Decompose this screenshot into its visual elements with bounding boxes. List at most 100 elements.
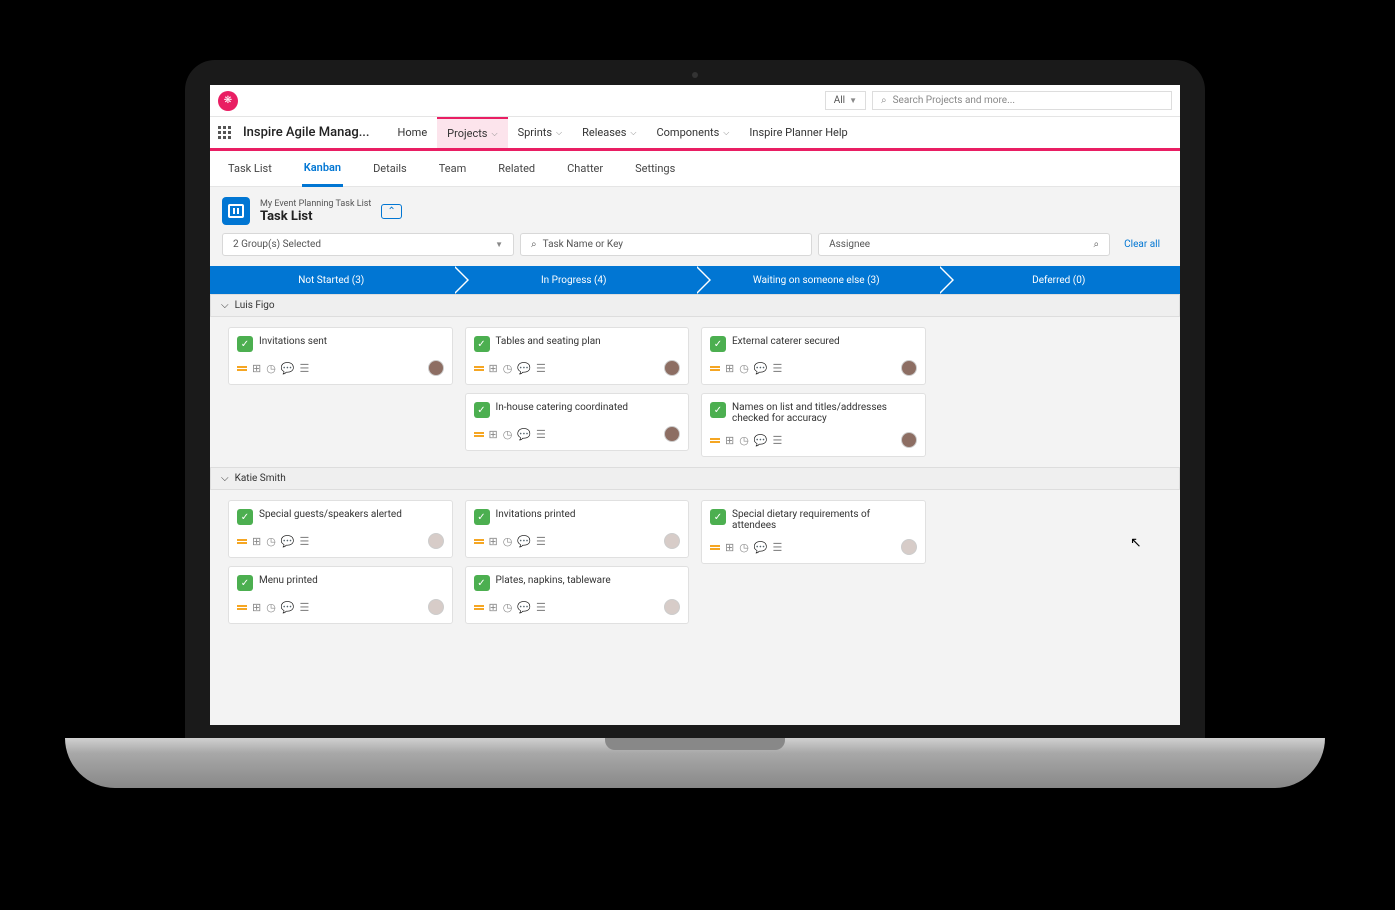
- app-launcher-icon[interactable]: [218, 126, 231, 139]
- clock-icon: ◷: [266, 601, 276, 614]
- task-card[interactable]: ✓Invitations printed⊞◷💬☰: [465, 500, 690, 558]
- swimlane-header[interactable]: ⌵Luis Figo: [210, 294, 1180, 317]
- comment-icon: 💬: [281, 601, 295, 614]
- clock-icon: ◷: [266, 362, 276, 375]
- nav-item-releases[interactable]: Releases⌵: [572, 117, 646, 148]
- tasklist-header: My Event Planning Task List Task List ⌃: [222, 197, 1168, 225]
- nav-item-sprints[interactable]: Sprints⌵: [508, 117, 573, 148]
- card-meta-icons: ⊞◷💬☰: [474, 362, 546, 375]
- subtab-team[interactable]: Team: [437, 152, 469, 185]
- comment-icon: 💬: [281, 535, 295, 548]
- task-card[interactable]: ✓Plates, napkins, tableware⊞◷💬☰: [465, 566, 690, 624]
- assignee-avatar[interactable]: [664, 599, 680, 615]
- global-search-input[interactable]: ⌕ Search Projects and more...: [872, 91, 1172, 110]
- assignee-avatar[interactable]: [664, 426, 680, 442]
- assignee-avatar[interactable]: [428, 533, 444, 549]
- subtab-kanban[interactable]: Kanban: [302, 151, 343, 187]
- chevron-down-icon: ⌵: [556, 128, 562, 138]
- swimlane-header[interactable]: ⌵Katie Smith: [210, 467, 1180, 490]
- swimlane-body: ✓Invitations sent⊞◷💬☰✓Tables and seating…: [222, 317, 1168, 467]
- comment-icon: 💬: [281, 362, 295, 375]
- checkmark-icon: ✓: [237, 575, 253, 591]
- chevron-down-icon: ⌵: [630, 128, 636, 138]
- clock-icon: ◷: [503, 362, 513, 375]
- task-card[interactable]: ✓External caterer secured⊞◷💬☰: [701, 327, 926, 385]
- subtask-icon: ⊞: [489, 535, 498, 548]
- mouse-cursor-icon: ↖: [1130, 535, 1142, 551]
- task-card[interactable]: ✓Menu printed⊞◷💬☰: [228, 566, 453, 624]
- nav-item-components[interactable]: Components⌵: [647, 117, 740, 148]
- assignee-avatar[interactable]: [901, 539, 917, 555]
- assignee-avatar[interactable]: [664, 360, 680, 376]
- card-meta-icons: ⊞◷💬☰: [237, 362, 309, 375]
- subtab-task-list[interactable]: Task List: [226, 152, 274, 185]
- card-meta-icons: ⊞◷💬☰: [474, 535, 546, 548]
- task-title: Invitations printed: [496, 509, 576, 520]
- task-card[interactable]: ✓ Names on list and titles/addresses chec…: [701, 393, 926, 457]
- clear-all-link[interactable]: Clear all: [1116, 239, 1168, 250]
- card-meta-icons: ⊞◷💬☰: [710, 541, 782, 554]
- status-waiting-on-someone-else[interactable]: Waiting on someone else (3): [695, 266, 938, 294]
- kanban-column: ✓Special guests/speakers alerted⊞◷💬☰✓Men…: [222, 500, 459, 624]
- clock-icon: ◷: [503, 428, 513, 441]
- collapse-button[interactable]: ⌃: [381, 204, 401, 219]
- assignee-avatar[interactable]: [428, 599, 444, 615]
- priority-icon: [474, 605, 484, 610]
- task-card[interactable]: ✓In-house catering coordinated⊞◷💬☰: [465, 393, 690, 451]
- priority-icon: [710, 366, 720, 371]
- list-icon: ☰: [773, 541, 783, 554]
- checkmark-icon: ✓: [474, 402, 490, 418]
- nav-item-projects[interactable]: Projects⌵: [437, 117, 507, 148]
- task-name-filter-input[interactable]: ⌕ Task Name or Key: [520, 233, 812, 256]
- group-filter-dropdown[interactable]: 2 Group(s) Selected ▼: [222, 233, 514, 256]
- checkmark-icon: ✓: [710, 402, 726, 418]
- comment-icon: 💬: [754, 434, 768, 447]
- subtab-related[interactable]: Related: [496, 152, 537, 185]
- subtab-chatter[interactable]: Chatter: [565, 152, 605, 185]
- task-card[interactable]: ✓Tables and seating plan⊞◷💬☰: [465, 327, 690, 385]
- task-card[interactable]: ✓Special guests/speakers alerted⊞◷💬☰: [228, 500, 453, 558]
- task-card[interactable]: ✓Special dietary requirements of attende…: [701, 500, 926, 564]
- assignee-avatar[interactable]: [428, 360, 444, 376]
- comment-icon: 💬: [754, 541, 768, 554]
- subtask-icon: ⊞: [725, 362, 734, 375]
- tasklist-icon: [222, 197, 250, 225]
- laptop-base: [65, 738, 1325, 788]
- list-icon: ☰: [300, 362, 310, 375]
- search-icon: ⌕: [531, 239, 537, 250]
- nav-item-inspire-planner-help[interactable]: Inspire Planner Help: [739, 117, 857, 148]
- nav-item-home[interactable]: Home: [388, 117, 438, 148]
- list-icon: ☰: [536, 362, 546, 375]
- task-title: Invitations sent: [259, 336, 327, 347]
- task-title: Names on list and titles/addresses check…: [732, 402, 917, 424]
- subtab-details[interactable]: Details: [371, 152, 409, 185]
- subtask-icon: ⊞: [489, 428, 498, 441]
- search-icon: ⌕: [881, 95, 887, 106]
- list-icon: ☰: [536, 428, 546, 441]
- assignee-avatar[interactable]: [901, 360, 917, 376]
- subtab-settings[interactable]: Settings: [633, 152, 677, 185]
- search-scope-dropdown[interactable]: All ▼: [825, 91, 866, 110]
- priority-icon: [474, 366, 484, 371]
- swimlane-name: Katie Smith: [235, 473, 286, 484]
- assignee-avatar[interactable]: [901, 432, 917, 448]
- comment-icon: 💬: [517, 535, 531, 548]
- checkmark-icon: ✓: [237, 336, 253, 352]
- chevron-down-icon: ▼: [849, 96, 857, 105]
- clock-icon: ◷: [739, 434, 749, 447]
- priority-icon: [474, 539, 484, 544]
- priority-icon: [474, 432, 484, 437]
- list-icon: ☰: [773, 362, 783, 375]
- subtask-icon: ⊞: [252, 535, 261, 548]
- top-bar: ❋ All ▼ ⌕ Search Projects and more...: [210, 85, 1180, 117]
- list-icon: ☰: [300, 535, 310, 548]
- status-deferred[interactable]: Deferred (0): [938, 266, 1181, 294]
- status-in-progress[interactable]: In Progress (4): [453, 266, 696, 294]
- checkmark-icon: ✓: [237, 509, 253, 525]
- app-screen: ❋ All ▼ ⌕ Search Projects and more... In…: [210, 85, 1180, 725]
- task-title: In-house catering coordinated: [496, 402, 629, 413]
- assignee-filter-input[interactable]: Assignee ⌕: [818, 233, 1110, 256]
- status-not-started[interactable]: Not Started (3): [210, 266, 453, 294]
- assignee-avatar[interactable]: [664, 533, 680, 549]
- task-card[interactable]: ✓Invitations sent⊞◷💬☰: [228, 327, 453, 385]
